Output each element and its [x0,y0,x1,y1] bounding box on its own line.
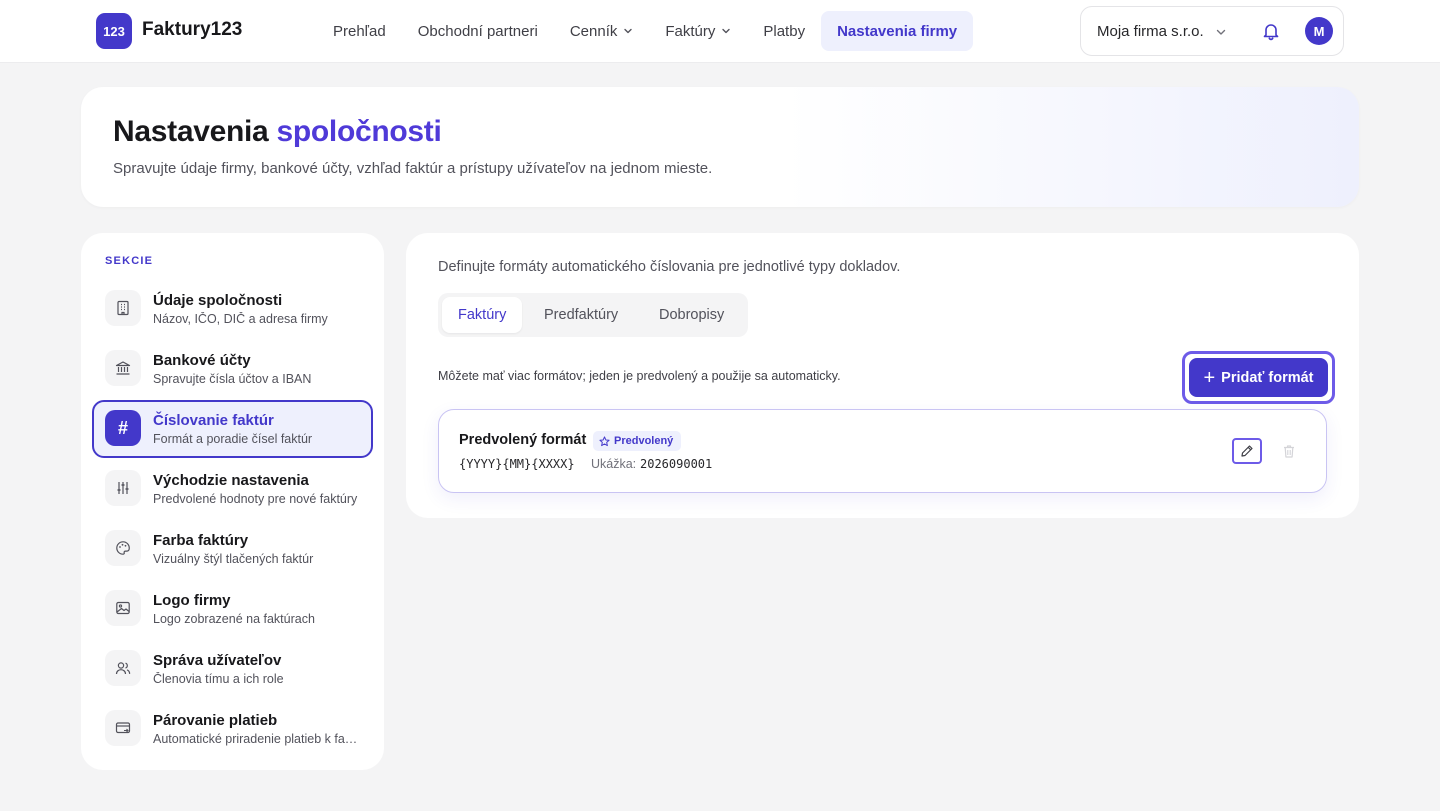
formats-hint: Môžete mať viac formátov; jeden je predv… [438,369,841,383]
sidebar-item-title: Údaje spoločnosti [153,292,283,309]
add-format-focus-ring: + Pridať formát [1182,351,1335,404]
nav-item-obchodni-partneri[interactable]: Obchodní partneri [402,11,554,51]
format-title: Predvolený formát [459,432,587,448]
sidebar-item-subtitle: Automatické priradenie platieb k faktúra… [153,732,363,746]
bank-icon [105,350,141,386]
card-transfer-icon [105,710,141,746]
nav-label: Nastavenia firmy [837,22,958,40]
nav-item-prehlad[interactable]: Prehľad [317,11,402,51]
settings-sidebar: SEKCIE Údaje spoločnosti Názov, IČO, DIČ… [81,233,384,770]
pencil-icon [1241,445,1253,457]
sidebar-item-vychodzie-nastavenia[interactable]: Východzie nastavenia Predvolené hodnoty … [92,460,373,518]
chevron-down-icon[interactable] [1215,26,1227,38]
nav-label: Prehľad [333,22,386,40]
sidebar-item-sprava-uzivatelov[interactable]: Správa užívateľov Členovia tímu a ich ro… [92,640,373,698]
nav-item-platby[interactable]: Platby [747,11,821,51]
top-navbar: 123 Faktury123 Prehľad Obchodní partneri… [0,0,1440,63]
nav-item-cennik[interactable]: Cenník [554,11,650,51]
sidebar-item-farba-faktury[interactable]: Farba faktúry Vizuálny štýl tlačených fa… [92,520,373,578]
tab-dobropisy[interactable]: Dobropisy [643,297,740,333]
sidebar-item-parovanie-platieb[interactable]: Párovanie platieb Automatické priradenie… [92,700,373,758]
format-card: Predvolený formát Predvolený {YYYY}{MM}{… [438,409,1327,493]
page-header: Nastavenia spoločnosti Spravujte údaje f… [81,87,1359,207]
image-icon [105,590,141,626]
default-badge-label: Predvolený [614,435,674,447]
sidebar-item-bankove-ucty[interactable]: Bankové účty Spravujte čísla účtov a IBA… [92,340,373,398]
sidebar-item-title: Východzie nastavenia [153,472,309,489]
sidebar-item-title: Správa užívateľov [153,652,282,669]
app-name[interactable]: Faktury123 [142,19,242,41]
page-subtitle: Spravujte údaje firmy, bankové účty, vzh… [113,160,713,177]
plus-icon: + [1203,366,1216,389]
hash-icon: # [105,410,141,446]
nav-item-faktury[interactable]: Faktúry [649,11,747,51]
delete-format-button[interactable] [1279,441,1299,461]
page-title: Nastavenia spoločnosti [113,115,442,149]
sidebar-item-subtitle: Názov, IČO, DIČ a adresa firmy [153,312,328,326]
sidebar-item-subtitle: Spravujte čísla účtov a IBAN [153,372,312,386]
tab-predfaktury[interactable]: Predfaktúry [528,297,634,333]
sidebar-item-title: Číslovanie faktúr [153,412,274,429]
sidebar-item-subtitle: Vizuálny štýl tlačených faktúr [153,552,314,566]
page-title-plain: Nastavenia [113,115,269,148]
nav-label: Platby [763,22,806,40]
document-type-tabs: Faktúry Predfaktúry Dobropisy [438,293,748,337]
sidebar-item-subtitle: Predvolené hodnoty pre nové faktúry [153,492,358,506]
sidebar-item-title: Farba faktúry [153,532,249,549]
numbering-panel: Definujte formáty automatického číslovan… [406,233,1359,518]
format-sample-label: Ukážka: [591,457,637,471]
sidebar-item-udaje-spolocnosti[interactable]: Údaje spoločnosti Názov, IČO, DIČ a adre… [92,280,373,338]
edit-format-button[interactable] [1232,438,1262,464]
sidebar-section-label: SEKCIE [105,255,154,267]
tab-faktury[interactable]: Faktúry [442,297,523,333]
building-icon [105,290,141,326]
sidebar-item-subtitle: Formát a poradie čísel faktúr [153,432,313,446]
star-icon [599,435,610,446]
default-badge: Predvolený [593,431,682,451]
user-avatar[interactable]: M [1305,17,1333,45]
main-nav: Prehľad Obchodní partneri Cenník Faktúry… [317,11,974,51]
nav-label: Faktúry [665,22,716,40]
sidebar-item-title: Logo firmy [153,592,231,609]
nav-label: Obchodní partneri [417,22,538,40]
nav-label: Cenník [569,22,618,40]
sidebar-item-title: Bankové účty [153,352,251,369]
firm-selector[interactable]: Moja firma s.r.o. [1097,23,1204,40]
sliders-icon [105,470,141,506]
sidebar-item-subtitle: Členovia tímu a ich role [153,672,284,686]
users-icon [105,650,141,686]
chevron-down-icon [722,28,731,34]
sidebar-item-subtitle: Logo zobrazené na faktúrach [153,612,315,626]
app-logo[interactable]: 123 [96,13,132,49]
palette-icon [105,530,141,566]
trash-icon [1284,444,1294,458]
nav-item-nastavenia-firmy[interactable]: Nastavenia firmy [821,11,974,51]
bell-icon[interactable] [1261,21,1281,41]
add-format-button[interactable]: + Pridať formát [1189,358,1328,397]
chevron-down-icon [624,28,633,34]
sidebar-item-logo-firmy[interactable]: Logo firmy Logo zobrazené na faktúrach [92,580,373,638]
add-format-label: Pridať formát [1221,369,1314,386]
page-title-accent: spoločnosti [276,115,442,148]
account-panel: Moja firma s.r.o. M [1080,6,1344,56]
format-pattern: {YYYY}{MM}{XXXX} [459,457,575,471]
format-sample: 2026090001 [640,457,713,471]
sidebar-item-ciselovanie-faktur[interactable]: # Číslovanie faktúr Formát a poradie čís… [92,400,373,458]
sidebar-item-title: Párovanie platieb [153,712,278,729]
panel-description: Definujte formáty automatického číslovan… [438,259,901,275]
